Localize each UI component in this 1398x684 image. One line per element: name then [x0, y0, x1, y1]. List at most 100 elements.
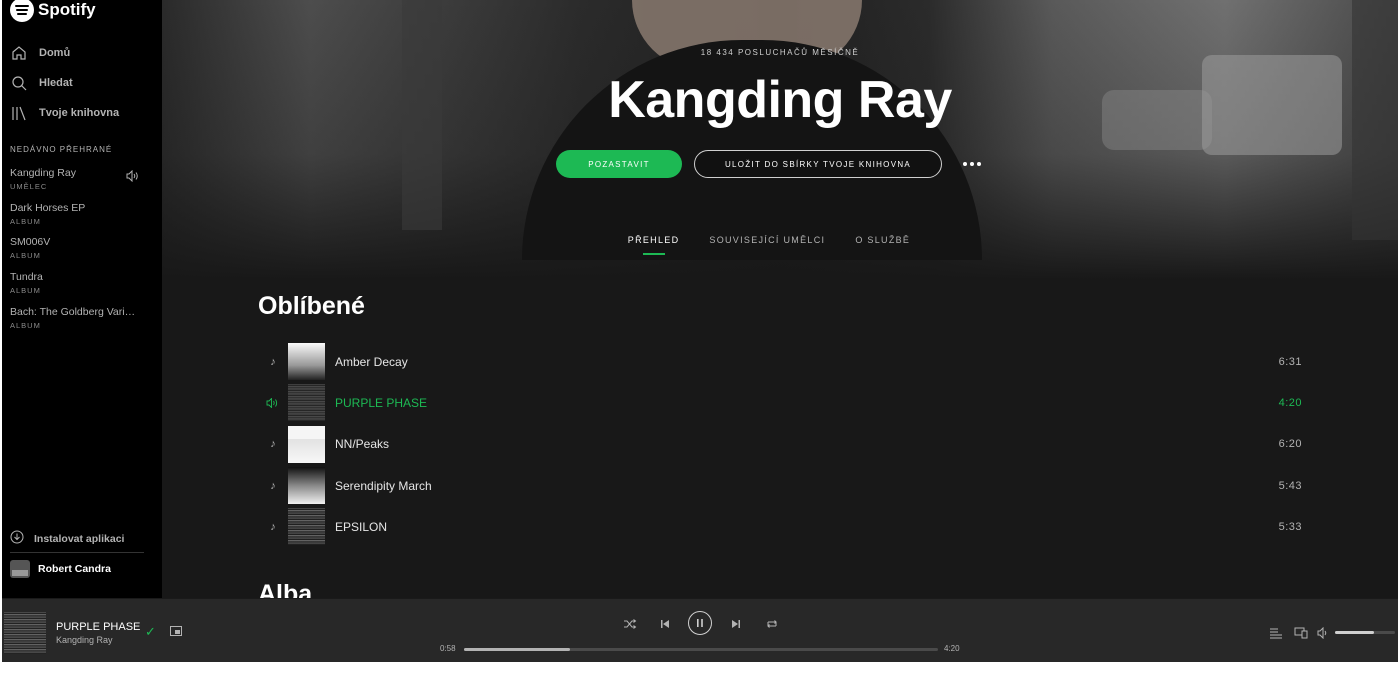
- search-icon: [10, 74, 28, 92]
- devices-button[interactable]: [1294, 626, 1308, 639]
- track-artwork: [288, 384, 325, 422]
- pause-icon: [697, 619, 703, 627]
- avatar: [10, 560, 30, 578]
- library-icon: [10, 104, 28, 122]
- install-app-link[interactable]: Instalovat aplikaci: [10, 530, 124, 547]
- track-title: PURPLE PHASE: [335, 395, 428, 410]
- nav-search-label: Hledat: [39, 77, 73, 89]
- devices-icon: [1294, 627, 1308, 639]
- more-options-button[interactable]: [960, 155, 984, 173]
- track-title: Amber Decay: [335, 354, 408, 369]
- volume-icon: [1317, 626, 1327, 640]
- track-artwork: [288, 508, 325, 546]
- recent-item-title: SM006V: [10, 236, 51, 248]
- monthly-listeners: 18 434 POSLUCHAČŮ MĚSÍČNĚ: [700, 48, 860, 57]
- recent-item-type: ALBUM: [10, 286, 41, 295]
- track-duration: 4:20: [1278, 396, 1302, 409]
- shuffle-icon: [624, 619, 637, 629]
- shuffle-button[interactable]: [619, 613, 641, 635]
- table-row[interactable]: ♪ NN/Peaks 6:20: [258, 424, 1302, 465]
- track-title: Serendipity March: [335, 478, 432, 493]
- artist-tabs: PŘEHLED SOUVISEJÍCÍ UMĚLCI O SLUŽBĚ: [162, 235, 1398, 255]
- tab-about[interactable]: O SLUŽBĚ: [855, 235, 910, 251]
- pause-button[interactable]: POZASTAVIT: [556, 150, 682, 178]
- recent-item-title: Bach: The Goldberg Variations: [10, 306, 136, 318]
- favorites-heading: Oblíbené: [258, 292, 365, 320]
- recent-item[interactable]: Kangding Ray UMĚLEC: [10, 167, 150, 191]
- tab-related-artists[interactable]: SOUVISEJÍCÍ UMĚLCI: [709, 235, 825, 251]
- user-profile[interactable]: Robert Candra: [10, 560, 111, 578]
- sidebar: Spotify Domů Hledat Tvoje knihovna NEDÁV…: [2, 0, 162, 598]
- spotify-window: Spotify Domů Hledat Tvoje knihovna NEDÁV…: [2, 0, 1398, 662]
- recent-item[interactable]: Dark Horses EP ALBUM: [10, 202, 150, 226]
- spotify-logo[interactable]: Spotify: [10, 0, 96, 22]
- volume-button[interactable]: [1317, 626, 1331, 640]
- now-playing-title[interactable]: PURPLE PHASE: [56, 621, 140, 633]
- recent-item-type: ALBUM: [10, 251, 41, 260]
- elapsed-time: 0:58: [440, 644, 456, 653]
- install-app-label: Instalovat aplikaci: [34, 532, 125, 545]
- recent-item-title: Kangding Ray: [10, 167, 76, 179]
- user-name: Robert Candra: [38, 563, 111, 575]
- track-duration: 5:33: [1278, 520, 1302, 533]
- track-title: NN/Peaks: [335, 437, 390, 452]
- track-duration: 6:20: [1278, 438, 1302, 451]
- music-note-icon: ♪: [270, 355, 276, 368]
- save-to-library-button[interactable]: ULOŽIT DO SBÍRKY TVOJE KNIHOVNA: [694, 150, 942, 178]
- volume-slider[interactable]: [1335, 631, 1395, 634]
- nav-search[interactable]: Hledat: [10, 72, 73, 94]
- track-duration: 6:31: [1278, 355, 1302, 368]
- nav-home[interactable]: Domů: [10, 42, 70, 64]
- table-row[interactable]: ♪ EPSILON 5:33: [258, 506, 1302, 547]
- play-pause-button[interactable]: [688, 611, 712, 635]
- music-note-icon: ♪: [270, 479, 276, 492]
- table-row[interactable]: PURPLE PHASE 4:20: [258, 382, 1302, 423]
- skip-back-icon: [661, 620, 669, 628]
- total-time: 4:20: [944, 644, 960, 653]
- home-icon: [10, 44, 28, 62]
- recent-item-title: Tundra: [10, 271, 43, 283]
- tab-overview[interactable]: PŘEHLED: [628, 235, 680, 255]
- picture-in-picture-icon[interactable]: [170, 626, 182, 636]
- skip-forward-icon: [732, 620, 740, 628]
- nav-home-label: Domů: [39, 47, 71, 59]
- main-view: 18 434 POSLUCHAČŮ MĚSÍČNĚ Kangding Ray P…: [162, 0, 1398, 598]
- nav-library[interactable]: Tvoje knihovna: [10, 102, 119, 124]
- music-note-icon: ♪: [270, 520, 276, 533]
- queue-button[interactable]: [1269, 626, 1283, 639]
- nav-library-label: Tvoje knihovna: [39, 107, 120, 119]
- track-artwork: [288, 467, 325, 505]
- recent-item[interactable]: Bach: The Goldberg Variations ALBUM: [10, 306, 150, 330]
- progress-fill: [464, 648, 570, 651]
- track-artwork: [288, 425, 325, 463]
- recent-item[interactable]: Tundra ALBUM: [10, 271, 150, 295]
- music-note-icon: ♪: [270, 438, 276, 451]
- track-title: EPSILON: [335, 519, 388, 534]
- volume-fill: [1335, 631, 1374, 634]
- saved-check-icon[interactable]: ✓: [145, 624, 156, 640]
- track-duration: 5:43: [1278, 479, 1302, 492]
- queue-icon: [1270, 628, 1282, 639]
- now-playing-artist[interactable]: Kangding Ray: [56, 635, 113, 645]
- spotify-logo-text: Spotify: [38, 0, 96, 19]
- spotify-logo-icon: [10, 0, 34, 22]
- recent-item[interactable]: SM006V ALBUM: [10, 236, 150, 260]
- previous-button[interactable]: [654, 613, 676, 635]
- more-icon: [963, 162, 967, 166]
- now-playing-speaker-icon: [258, 397, 288, 408]
- track-list: ♪ Amber Decay 6:31 PURPLE PHASE 4:20 ♪ N…: [258, 341, 1302, 547]
- progress-bar[interactable]: [464, 648, 938, 651]
- sidebar-divider: [10, 552, 144, 553]
- recent-item-type: ALBUM: [10, 321, 41, 330]
- next-button[interactable]: [725, 613, 747, 635]
- download-icon: [10, 530, 24, 547]
- now-playing-artwork[interactable]: [4, 612, 46, 654]
- recent-item-title: Dark Horses EP: [10, 202, 86, 214]
- player-bar: PURPLE PHASE Kangding Ray ✓ 0:58 4:20: [2, 598, 1398, 662]
- speaker-icon: [126, 169, 140, 187]
- table-row[interactable]: ♪ Serendipity March 5:43: [258, 465, 1302, 506]
- recent-section-title: NEDÁVNO PŘEHRANÉ: [10, 145, 113, 154]
- repeat-button[interactable]: [761, 613, 783, 635]
- repeat-icon: [767, 620, 777, 628]
- table-row[interactable]: ♪ Amber Decay 6:31: [258, 341, 1302, 382]
